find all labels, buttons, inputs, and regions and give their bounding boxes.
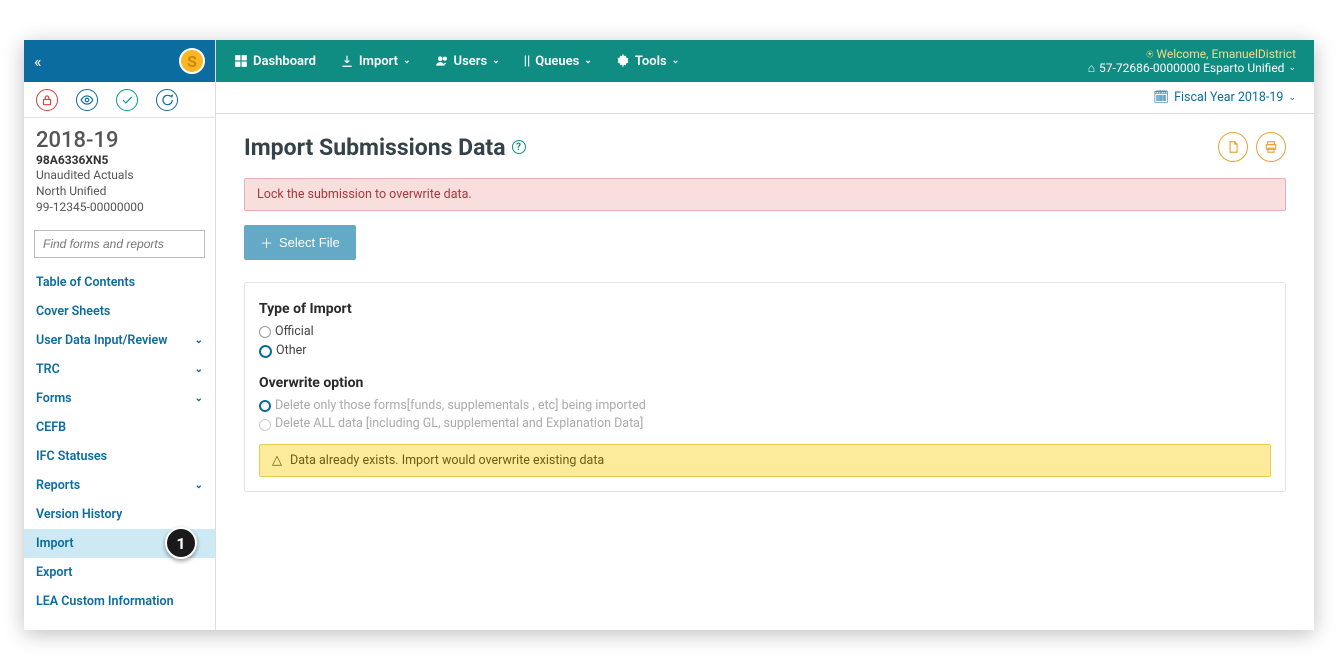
submission-cds: 99-12345-00000000	[36, 199, 203, 215]
sidebar-item-export[interactable]: Export	[24, 558, 215, 587]
top-nav-right: ⍟ Welcome, EmanuelDistrict ⌂ 57-72686-00…	[1088, 47, 1296, 76]
chevron-down-icon: ⌄	[1288, 93, 1296, 103]
radio-icon-checked	[259, 345, 272, 358]
chevron-down-icon: ⌄	[1288, 63, 1296, 74]
sidebar-item-version-history[interactable]: Version History	[24, 500, 215, 529]
sidebar-item-forms[interactable]: Forms⌄	[24, 384, 215, 413]
top-nav: Dashboard Import ⌄ Users ⌄ || Queues ⌄	[216, 40, 1314, 82]
sidebar-nav: Table of Contents Cover Sheets User Data…	[24, 268, 215, 630]
welcome-text: ⍟ Welcome, EmanuelDistrict	[1088, 47, 1296, 61]
check-icon[interactable]	[116, 89, 138, 111]
file-select-row: ＋ Select File	[244, 225, 1286, 260]
page-actions	[1218, 132, 1286, 162]
top-nav-left: Dashboard Import ⌄ Users ⌄ || Queues ⌄	[234, 54, 679, 69]
data-exists-warning: △ Data already exists. Import would over…	[259, 444, 1271, 477]
sidebar-item-user-data-input[interactable]: User Data Input/Review⌄	[24, 326, 215, 355]
submission-code: 98A6336XN5	[36, 153, 203, 167]
radio-official[interactable]: Official	[259, 323, 1271, 342]
import-icon	[340, 54, 354, 68]
submission-district: North Unified	[36, 183, 203, 199]
collapse-sidebar-button[interactable]: «	[34, 52, 42, 71]
search-input[interactable]	[34, 230, 205, 258]
page-title-row: Import Submissions Data ?	[244, 132, 1286, 162]
chevron-down-icon: ⌄	[403, 56, 411, 66]
home-icon: ⌂	[1088, 61, 1095, 75]
sidebar-item-trc[interactable]: TRC⌄	[24, 355, 215, 384]
sidebar-item-lea-custom[interactable]: LEA Custom Information	[24, 587, 215, 616]
submission-status: Unaudited Actuals	[36, 167, 203, 183]
search-container	[34, 230, 205, 258]
nav-queues[interactable]: || Queues ⌄	[524, 54, 592, 69]
dashboard-icon	[234, 54, 248, 68]
chevron-down-icon: ⌄	[672, 56, 680, 66]
page-title: Import Submissions Data ?	[244, 134, 526, 161]
radio-icon-checked	[259, 400, 271, 412]
plus-icon: ＋	[260, 233, 273, 252]
sidebar-item-toc[interactable]: Table of Contents	[24, 268, 215, 297]
calendar-icon: 🗓	[1153, 90, 1169, 105]
radio-icon	[259, 419, 271, 431]
type-of-import-heading: Type of Import	[259, 301, 1271, 317]
org-selector[interactable]: ⌂ 57-72686-0000000 Esparto Unified ⌄	[1088, 61, 1296, 75]
annotation-badge-1: 1	[165, 527, 197, 559]
sidebar-icon-tabs	[24, 82, 215, 118]
sidebar-top-row: « S	[24, 40, 215, 82]
nav-dashboard[interactable]: Dashboard	[234, 54, 316, 69]
lock-icon[interactable]	[36, 89, 58, 111]
sidebar: « S 2018-19 98A6336XN5 Unaudited Actuals…	[24, 40, 216, 630]
submission-year: 2018-19	[36, 128, 203, 153]
chevron-down-icon: ⌄	[584, 56, 592, 66]
comment-icon[interactable]	[156, 89, 178, 111]
main: Dashboard Import ⌄ Users ⌄ || Queues ⌄	[216, 40, 1314, 630]
radio-overwrite-forms[interactable]: Delete only those forms[funds, supplemen…	[259, 397, 1271, 416]
overwrite-heading: Overwrite option	[259, 375, 1271, 391]
fiscal-year-selector[interactable]: 🗓 Fiscal Year 2018-19 ⌄	[216, 82, 1314, 114]
overwrite-options: Delete only those forms[funds, supplemen…	[259, 397, 1271, 435]
chevron-down-icon: ⌄	[195, 393, 203, 404]
submission-info: 2018-19 98A6336XN5 Unaudited Actuals Nor…	[24, 118, 215, 224]
print-button[interactable]	[1256, 132, 1286, 162]
sidebar-item-reports[interactable]: Reports⌄	[24, 471, 215, 500]
sidebar-item-ifc-statuses[interactable]: IFC Statuses	[24, 442, 215, 471]
gear-icon	[616, 54, 630, 68]
sidebar-item-cefb[interactable]: CEFB	[24, 413, 215, 442]
lock-alert: Lock the submission to overwrite data.	[244, 178, 1286, 211]
type-of-import-options: Official Other	[259, 323, 1271, 361]
chevron-down-icon: ⌄	[195, 335, 203, 346]
help-icon[interactable]: ?	[512, 140, 526, 154]
content: Import Submissions Data ? Lock the submi…	[216, 114, 1314, 630]
sidebar-item-import[interactable]: Import 1	[24, 529, 215, 558]
import-form: Type of Import Official Other Overwrite …	[244, 282, 1286, 492]
radio-overwrite-all[interactable]: Delete ALL data [including GL, supplemen…	[259, 415, 1271, 434]
nav-tools[interactable]: Tools ⌄	[616, 54, 679, 69]
nav-import[interactable]: Import ⌄	[340, 54, 411, 69]
queues-icon: ||	[524, 54, 531, 69]
user-icon: ⍟	[1146, 47, 1153, 61]
select-file-button[interactable]: ＋ Select File	[244, 225, 356, 260]
warning-icon: △	[272, 453, 282, 468]
users-icon	[435, 54, 449, 68]
eye-icon[interactable]	[76, 89, 98, 111]
chevron-down-icon: ⌄	[195, 364, 203, 375]
app-logo: S	[179, 48, 205, 74]
chevron-down-icon: ⌄	[492, 56, 500, 66]
document-button[interactable]	[1218, 132, 1248, 162]
radio-other[interactable]: Other	[259, 342, 1271, 361]
sidebar-item-cover-sheets[interactable]: Cover Sheets	[24, 297, 215, 326]
nav-users[interactable]: Users ⌄	[435, 54, 500, 69]
chevron-down-icon: ⌄	[195, 480, 203, 491]
radio-icon	[259, 326, 271, 338]
